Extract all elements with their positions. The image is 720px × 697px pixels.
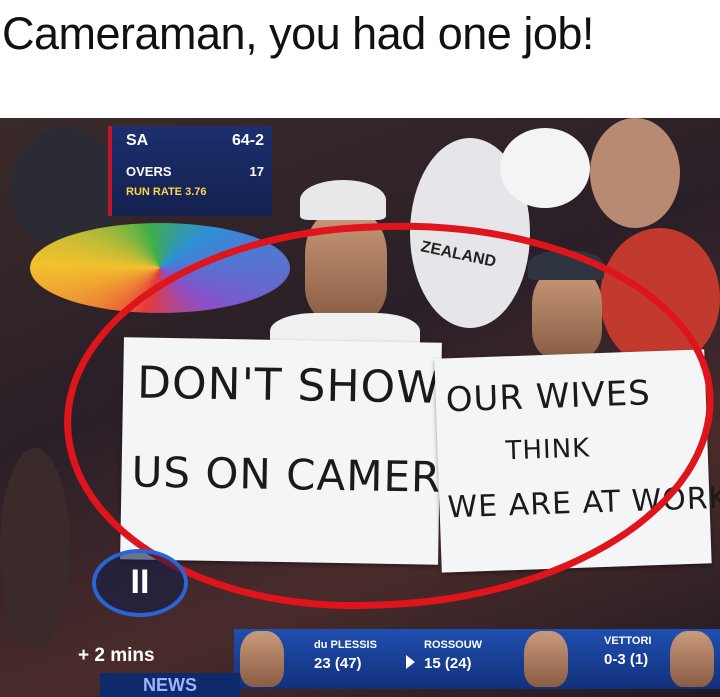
overs-value: 17 (249, 164, 264, 179)
spectator (0, 448, 70, 648)
batsman1-name: du PLESSIS (314, 639, 377, 651)
batsman-face (524, 631, 568, 687)
stadium-photo: ZEALAND SA 64-2 OVERS 17 RUN RATE 3.76 D… (0, 118, 720, 697)
bowler-face (670, 631, 714, 687)
meme-caption: Cameraman, you had one job! (2, 8, 594, 59)
batsman2-name: ROSSOUW (424, 639, 483, 651)
clock-text: + 2 mins (78, 645, 155, 666)
overs-label: OVERS (126, 164, 172, 179)
run-rate: RUN RATE 3.76 (126, 186, 207, 198)
play-triangle-icon (406, 655, 415, 669)
pause-icon: II (92, 549, 188, 617)
batsman-strip: du PLESSIS 23 (47) ROSSOUW 15 (24) VETTO… (234, 629, 720, 689)
team-name: SA (126, 132, 149, 149)
batsman1-score: 23 (47) (314, 655, 362, 672)
team-score: 64-2 (231, 132, 264, 149)
scoreboard-panel: SA 64-2 OVERS 17 RUN RATE 3.76 (108, 126, 272, 216)
cap-icon (300, 180, 386, 220)
batsman-face (240, 631, 284, 687)
spectator (590, 118, 680, 228)
spectator (500, 128, 590, 208)
batsman2-score: 15 (24) (424, 655, 472, 672)
channel-logo: NEWS (100, 673, 240, 697)
batsman2: ROSSOUW 15 (24) (424, 639, 482, 672)
bowler-name: VETTORI (604, 635, 652, 647)
bowler-figures: 0-3 (1) (604, 651, 649, 668)
bowler: VETTORI 0-3 (1) (604, 635, 651, 668)
batsman1: du PLESSIS 23 (47) (314, 639, 377, 672)
